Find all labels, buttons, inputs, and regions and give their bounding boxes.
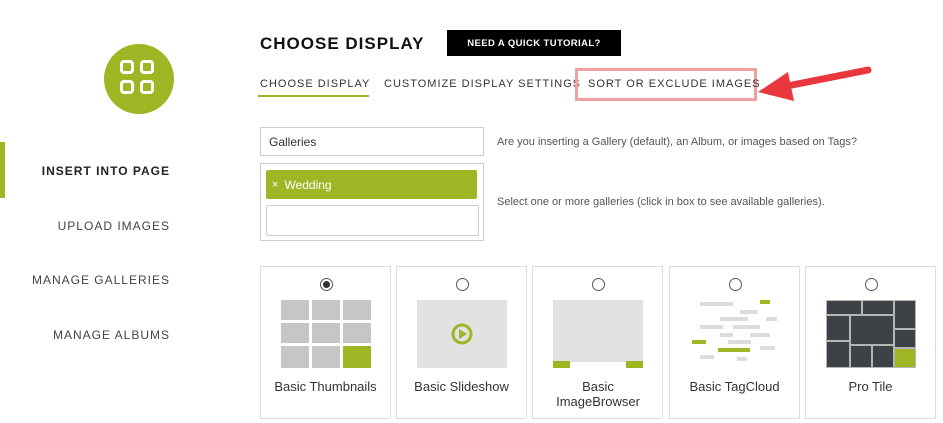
gallery-tag-wedding: × Wedding	[266, 170, 477, 199]
display-card-basic-tagcloud[interactable]: Basic TagCloud	[669, 266, 800, 419]
logo	[104, 44, 174, 114]
tab-active-underline	[258, 95, 369, 97]
display-card-basic-slideshow[interactable]: Basic Slideshow	[396, 266, 527, 419]
sidebar-active-indicator	[0, 142, 5, 198]
tutorial-button[interactable]: NEED A QUICK TUTORIAL?	[447, 30, 621, 56]
remove-tag-icon[interactable]: ×	[272, 179, 278, 191]
tab-sort-or-exclude-images[interactable]: SORT OR EXCLUDE IMAGES	[588, 78, 761, 90]
radio-basic-imagebrowser[interactable]	[592, 278, 605, 291]
gallery-multiselect[interactable]: × Wedding	[260, 163, 484, 241]
grid-icon	[120, 60, 134, 74]
tab-choose-display[interactable]: CHOOSE DISPLAY	[260, 78, 370, 90]
imagebrowser-preview-icon	[553, 300, 643, 368]
sidebar-item-upload-images[interactable]: UPLOAD IMAGES	[58, 219, 170, 233]
display-label-basic-slideshow: Basic Slideshow	[414, 379, 509, 394]
tab-customize-display-settings[interactable]: CUSTOMIZE DISPLAY SETTINGS	[384, 78, 581, 90]
display-label-basic-tagcloud: Basic TagCloud	[689, 379, 780, 394]
radio-basic-slideshow[interactable]	[456, 278, 469, 291]
sidebar-item-manage-galleries[interactable]: MANAGE GALLERIES	[32, 273, 170, 287]
page-title: CHOOSE DISPLAY	[260, 34, 425, 53]
radio-pro-tile[interactable]	[865, 278, 878, 291]
sidebar-item-manage-albums[interactable]: MANAGE ALBUMS	[53, 328, 170, 342]
display-card-basic-thumbnails[interactable]: Basic Thumbnails	[260, 266, 391, 419]
annotation-arrow-icon	[758, 66, 872, 101]
display-label-pro-tile: Pro Tile	[848, 379, 893, 394]
gallery-help-text: Select one or more galleries (click in b…	[497, 196, 825, 208]
protile-preview-icon	[826, 300, 916, 368]
grid-icon-cell	[140, 60, 154, 74]
display-card-basic-imagebrowser[interactable]: Basic ImageBrowser	[532, 266, 663, 419]
source-help-text: Are you inserting a Gallery (default), a…	[497, 136, 857, 148]
gallery-tag-label: Wedding	[284, 177, 332, 192]
sidebar-item-insert-into-page[interactable]: INSERT INTO PAGE	[42, 164, 170, 178]
source-select[interactable]: Galleries	[260, 127, 484, 156]
grid-icon-cell	[140, 80, 154, 94]
slideshow-preview-icon	[417, 300, 507, 368]
thumbnails-preview-icon	[281, 300, 371, 368]
display-label-basic-thumbnails: Basic Thumbnails	[274, 379, 377, 394]
display-card-pro-tile[interactable]: Pro Tile	[805, 266, 936, 419]
radio-basic-tagcloud[interactable]	[729, 278, 742, 291]
gallery-search-input[interactable]	[266, 205, 479, 236]
display-label-basic-imagebrowser: Basic ImageBrowser	[556, 379, 640, 409]
grid-icon-cell	[120, 80, 134, 94]
tagcloud-preview-icon	[692, 300, 777, 361]
radio-basic-thumbnails[interactable]	[320, 278, 333, 291]
